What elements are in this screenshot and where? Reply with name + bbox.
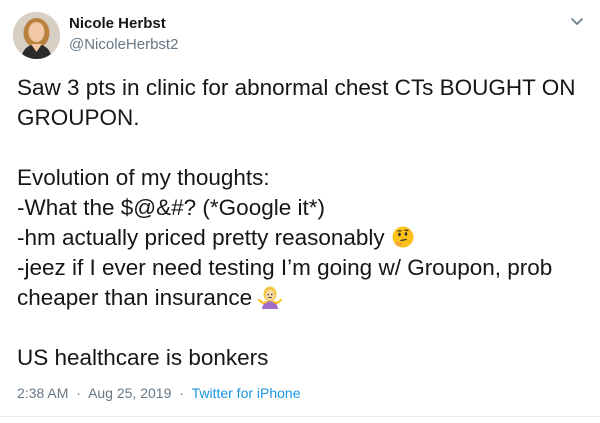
tweet-line-text: -jeez if I ever need testing I’m going w… (17, 255, 553, 310)
chevron-down-icon[interactable] (568, 12, 586, 30)
author-name[interactable]: Nicole Herbst (69, 15, 166, 32)
divider (0, 416, 600, 417)
avatar[interactable] (13, 12, 60, 59)
tweet-meta: 2:38 AM · Aug 25, 2019 · Twitter for iPh… (17, 385, 301, 401)
tweet-text: Saw 3 pts in clinic for abnormal chest C… (17, 73, 587, 373)
tweet-card: Nicole Herbst @NicoleHerbst2 Saw 3 pts i… (0, 0, 600, 423)
meta-separator: · (76, 385, 81, 401)
tweet-line: -jeez if I ever need testing I’m going w… (17, 253, 587, 313)
tweet-date[interactable]: Aug 25, 2019 (88, 385, 171, 401)
thinking-face-icon (391, 225, 415, 249)
tweet-source-link[interactable]: Twitter for iPhone (192, 385, 301, 401)
tweet-time[interactable]: 2:38 AM (17, 385, 68, 401)
tweet-line: Saw 3 pts in clinic for abnormal chest C… (17, 75, 576, 130)
meta-separator: · (179, 385, 184, 401)
author-handle[interactable]: @NicoleHerbst2 (69, 36, 178, 53)
tweet-line: US healthcare is bonkers (17, 345, 269, 370)
tweet-line-text: -hm actually priced pretty reasonably (17, 225, 385, 250)
tweet-line: -What the $@&#? (*Google it*) (17, 195, 325, 220)
tweet-line: Evolution of my thoughts: (17, 165, 270, 190)
avatar-image (13, 12, 60, 59)
person-shrugging-icon (258, 285, 283, 309)
tweet-line: -hm actually priced pretty reasonably (17, 223, 587, 253)
